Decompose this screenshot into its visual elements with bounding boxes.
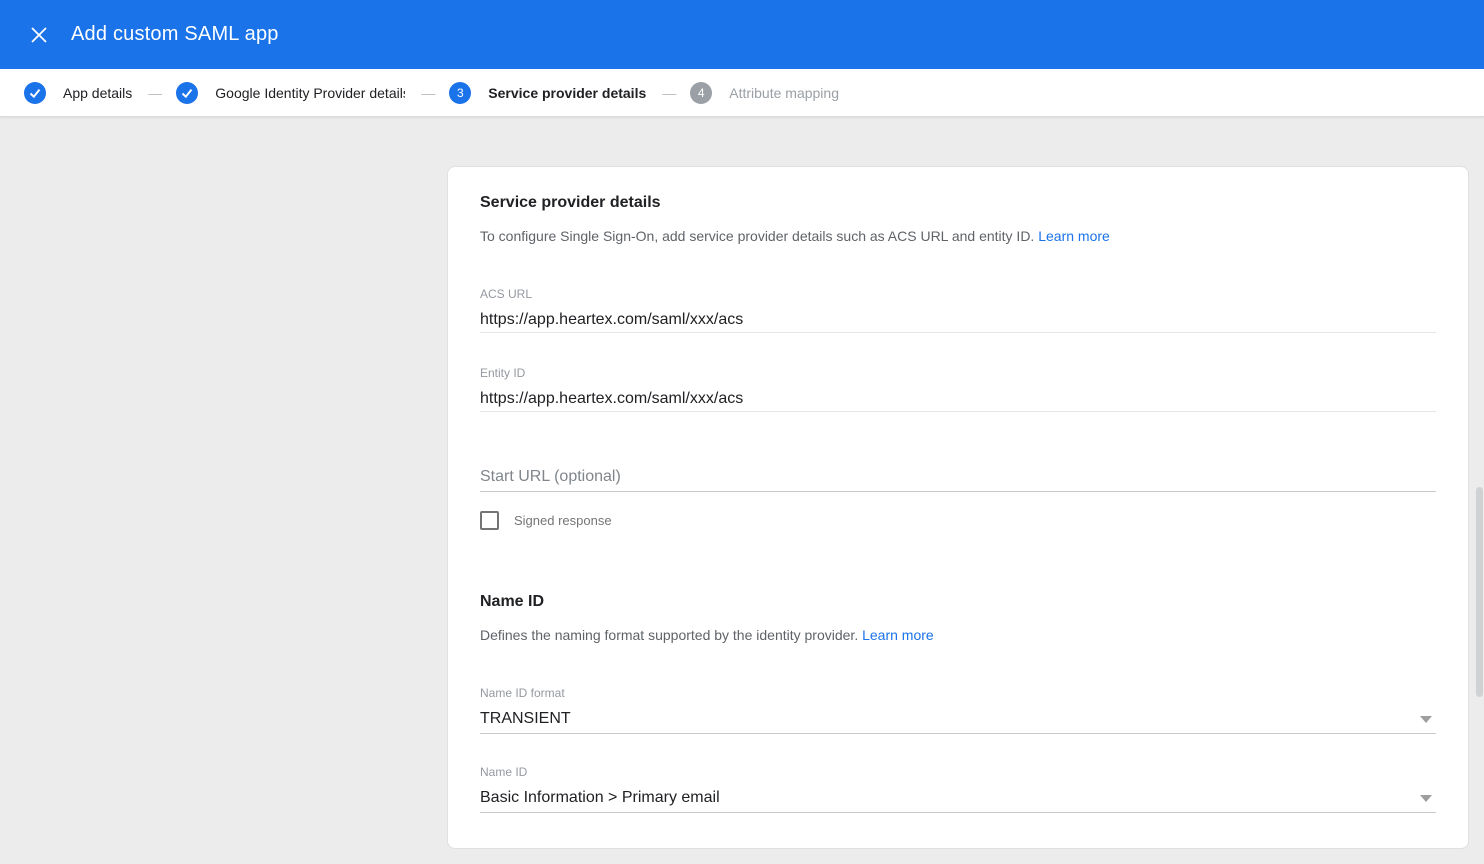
check-icon (180, 86, 194, 100)
dropdown-arrow-icon (1420, 716, 1432, 723)
name-id-format-field-group: Name ID format TRANSIENT (480, 686, 1436, 734)
section-description: To configure Single Sign-On, add service… (480, 227, 1436, 245)
stepper-step-app-details[interactable]: App details (24, 82, 132, 104)
acs-url-label: ACS URL (480, 287, 1436, 301)
name-id-format-select[interactable]: TRANSIENT (480, 709, 1436, 734)
close-icon (30, 26, 48, 44)
step-separator: — (148, 85, 162, 101)
close-button[interactable] (21, 17, 57, 53)
section-title-name-id: Name ID (480, 592, 1436, 612)
signed-response-checkbox[interactable] (480, 511, 499, 530)
step-label: Service provider details (488, 85, 646, 101)
name-id-field-group: Name ID Basic Information > Primary emai… (480, 765, 1436, 813)
name-id-value: Basic Information > Primary email (480, 788, 720, 808)
step-number-circle: 4 (690, 82, 712, 104)
learn-more-link-service-provider[interactable]: Learn more (1038, 228, 1110, 244)
acs-url-input[interactable] (480, 310, 1436, 333)
name-id-select[interactable]: Basic Information > Primary email (480, 788, 1436, 813)
start-url-input[interactable] (480, 467, 1436, 492)
dropdown-arrow-icon (1420, 795, 1432, 802)
stepper-step-attribute-mapping[interactable]: 4 Attribute mapping (690, 82, 839, 104)
step-separator: — (662, 85, 676, 101)
name-id-description-text: Defines the naming format supported by t… (480, 627, 858, 643)
entity-id-field-group: Entity ID (480, 366, 1436, 412)
step-number-circle: 3 (449, 82, 471, 104)
dialog-header: Add custom SAML app (0, 0, 1484, 69)
step-label: Google Identity Provider details (215, 85, 405, 101)
name-id-format-value: TRANSIENT (480, 709, 571, 729)
section-description-text: To configure Single Sign-On, add service… (480, 228, 1034, 244)
name-id-description: Defines the naming format supported by t… (480, 626, 1436, 644)
step-done-circle (24, 82, 46, 104)
check-icon (28, 86, 42, 100)
signed-response-label: Signed response (514, 513, 612, 528)
step-number: 4 (698, 86, 705, 100)
dialog-body: Service provider details To configure Si… (0, 118, 1484, 864)
acs-url-field-group: ACS URL (480, 287, 1436, 333)
step-label: App details (63, 85, 132, 101)
entity-id-input[interactable] (480, 389, 1436, 412)
service-provider-card: Service provider details To configure Si… (447, 166, 1469, 849)
name-id-label: Name ID (480, 765, 1436, 779)
entity-id-label: Entity ID (480, 366, 1436, 380)
learn-more-link-name-id[interactable]: Learn more (862, 627, 934, 643)
section-title-service-provider: Service provider details (480, 193, 1436, 213)
step-label: Attribute mapping (729, 85, 839, 101)
scrollbar-thumb[interactable] (1476, 487, 1483, 697)
dialog-title: Add custom SAML app (71, 23, 279, 46)
step-number: 3 (457, 86, 464, 100)
step-done-circle (176, 82, 198, 104)
name-id-format-label: Name ID format (480, 686, 1436, 700)
stepper-step-service-provider-details[interactable]: 3 Service provider details (449, 82, 646, 104)
stepper-step-google-idp-details[interactable]: Google Identity Provider details (176, 82, 405, 104)
signed-response-row: Signed response (480, 510, 1436, 530)
stepper: App details — Google Identity Provider d… (0, 69, 1484, 117)
step-separator: — (421, 85, 435, 101)
start-url-field-group (480, 467, 1436, 492)
